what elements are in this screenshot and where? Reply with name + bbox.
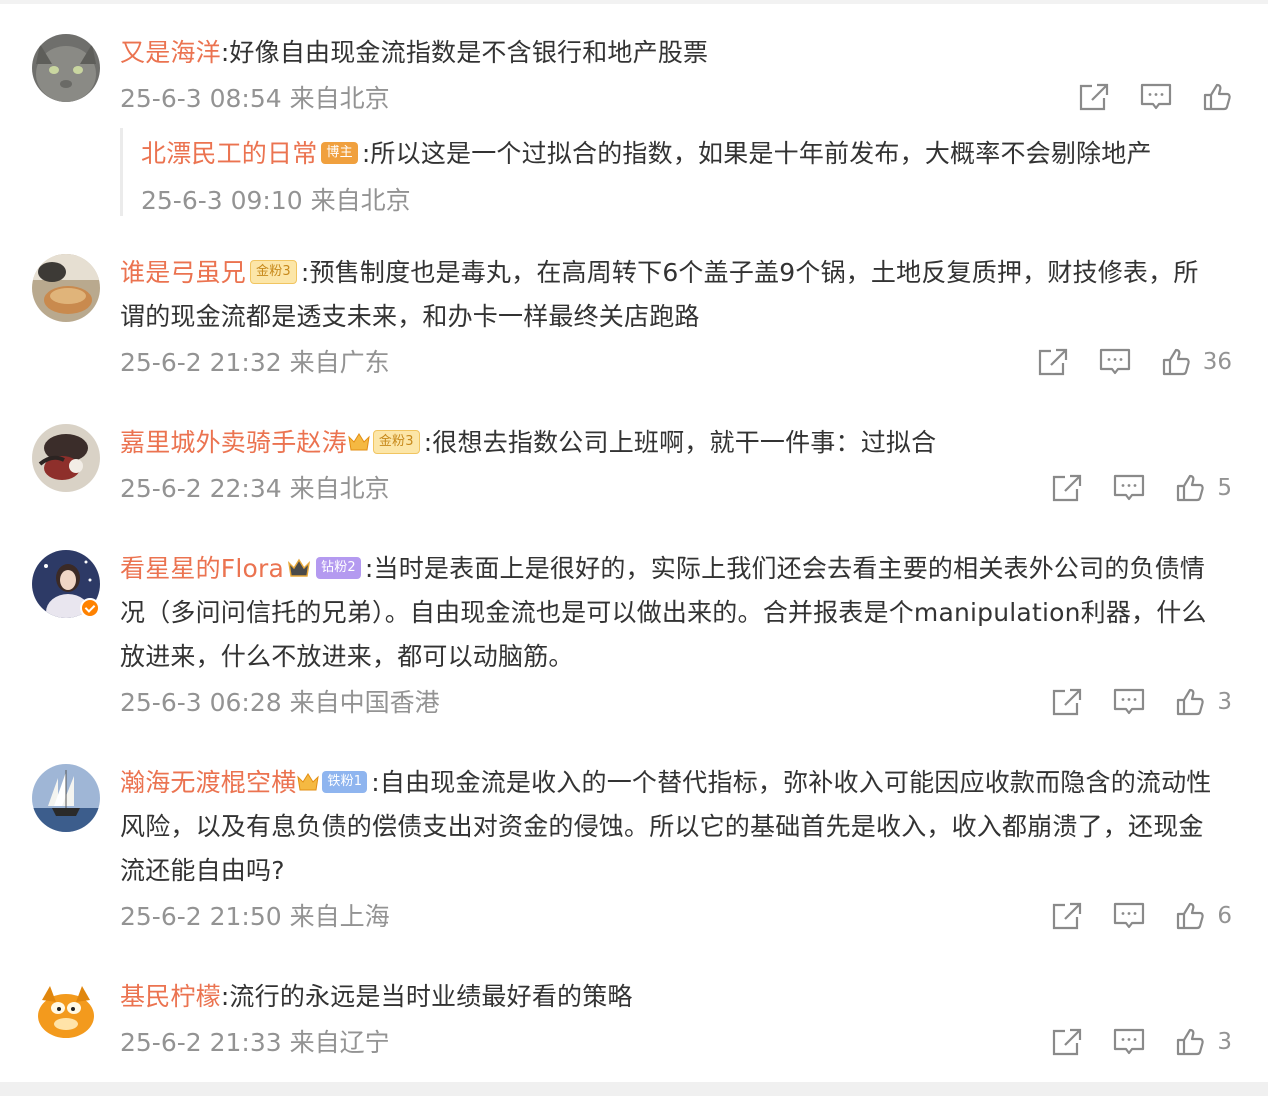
like-button[interactable]	[1202, 82, 1232, 112]
comment-text: 基民柠檬:流行的永远是当时业绩最好看的策略	[120, 975, 1220, 1019]
avatar-art[interactable]	[32, 424, 100, 492]
comment-icon	[1114, 1028, 1145, 1055]
reply-meta: 25-6-3 09:10 来自北京	[141, 186, 411, 215]
like-icon	[1177, 474, 1205, 502]
crown-icon	[297, 773, 320, 791]
crown-icon	[288, 558, 311, 577]
fan-badge: 金粉3	[372, 430, 420, 454]
avatar-ship[interactable]	[32, 764, 100, 832]
reply-block: 北漂民工的日常 博主:所以这是一个过拟合的指数，如果是十年前发布，大概率不会剔除地…	[120, 128, 1233, 216]
comment-meta: 25-6-2 21:33 来自辽宁	[120, 1028, 390, 1057]
share-icon	[1038, 348, 1067, 376]
verified-icon	[80, 598, 100, 618]
comment-actions: 5	[1021, 471, 1232, 505]
like-button[interactable]: 36	[1161, 347, 1232, 377]
comment-button[interactable]	[1113, 687, 1145, 717]
share-button[interactable]	[1078, 82, 1110, 112]
comment-meta: 25-6-3 08:54 来自北京	[120, 84, 390, 113]
comment-icon	[1099, 348, 1130, 375]
comment-icon	[1114, 688, 1145, 715]
share-button[interactable]	[1051, 473, 1083, 503]
share-button[interactable]	[1051, 901, 1083, 931]
username-link[interactable]: 嘉里城外卖骑手赵涛	[120, 428, 347, 457]
like-icon	[1203, 83, 1231, 111]
like-button[interactable]: 3	[1175, 687, 1232, 717]
comment-actions: 3	[1021, 685, 1232, 719]
author-badge: 博主	[321, 142, 358, 164]
username-link[interactable]: 基民柠檬	[120, 982, 221, 1011]
avatar-food[interactable]	[32, 254, 100, 322]
like-count: 3	[1217, 1029, 1232, 1055]
crown-icon	[348, 433, 370, 451]
fan-badge: 金粉3	[250, 260, 297, 284]
comment-actions: 3	[1021, 1025, 1232, 1059]
avatar-garfield[interactable]	[32, 978, 100, 1046]
comment-button[interactable]	[1113, 1027, 1145, 1057]
comment-button[interactable]	[1113, 901, 1145, 931]
comment-text: 谁是弓虽兄 金粉3:预售制度也是毒丸，在高周转下6个盖子盖9个锅，土地反复质押，财…	[120, 251, 1220, 339]
comment-meta: 25-6-2 22:34 来自北京	[120, 474, 390, 503]
username-link[interactable]: 瀚海无渡棍空横	[120, 768, 296, 797]
comment-meta: 25-6-2 21:50 来自上海	[120, 902, 390, 931]
reply-content: :所以这是一个过拟合的指数，如果是十年前发布，大概率不会剔除地产	[361, 139, 1152, 168]
like-icon	[1162, 348, 1190, 376]
avatar-cat[interactable]	[32, 34, 100, 102]
share-icon	[1053, 1028, 1082, 1056]
comment-button[interactable]	[1099, 347, 1131, 377]
comment-content: :好像自由现金流指数是不含银行和地产股票	[220, 38, 709, 67]
comment-text: 嘉里城外卖骑手赵涛 金粉3:很想去指数公司上班啊，就干一件事：过拟合	[120, 421, 1220, 465]
username-link[interactable]: 又是海洋	[120, 38, 221, 67]
comment-actions: 6	[1021, 899, 1232, 933]
comment-meta: 25-6-3 06:28 来自中国香港	[120, 688, 440, 717]
share-button[interactable]	[1037, 347, 1069, 377]
like-icon	[1177, 902, 1205, 930]
like-button[interactable]: 3	[1175, 1027, 1232, 1057]
like-count: 6	[1217, 903, 1232, 929]
bottom-divider	[0, 1082, 1268, 1096]
comment-text: 看星星的Flora 钻粉2:当时是表面上是很好的，实际上我们还会去看主要的相关表外…	[120, 547, 1220, 679]
comment-icon	[1114, 474, 1145, 501]
comment-button[interactable]	[1140, 82, 1172, 112]
reply-username-link[interactable]: 北漂民工的日常	[141, 139, 317, 168]
comment-text: 瀚海无渡棍空横 铁粉1:自由现金流是收入的一个替代指标，弥补收入可能因应收款而隐含…	[120, 761, 1220, 893]
like-count: 36	[1202, 349, 1232, 375]
share-button[interactable]	[1051, 687, 1083, 717]
share-icon	[1053, 474, 1082, 502]
fan-badge: 钻粉2	[316, 557, 361, 579]
share-icon	[1053, 688, 1082, 716]
like-icon	[1177, 1028, 1205, 1056]
comment-content: :流行的永远是当时业绩最好看的策略	[220, 982, 633, 1011]
reply-text: 北漂民工的日常 博主:所以这是一个过拟合的指数，如果是十年前发布，大概率不会剔除地…	[141, 132, 1241, 176]
share-icon	[1053, 902, 1082, 930]
username-link[interactable]: 谁是弓虽兄	[120, 258, 246, 287]
like-icon	[1177, 688, 1205, 716]
comment-text: 又是海洋:好像自由现金流指数是不含银行和地产股票	[120, 31, 1220, 75]
comment-icon	[1114, 902, 1145, 929]
like-count: 5	[1217, 475, 1232, 501]
fan-badge: 铁粉1	[322, 771, 368, 793]
top-divider	[0, 0, 1268, 4]
share-button[interactable]	[1051, 1027, 1083, 1057]
comment-button[interactable]	[1113, 473, 1145, 503]
username-link[interactable]: 看星星的Flora	[120, 554, 284, 583]
comment-actions: 36	[1007, 345, 1232, 379]
like-count: 3	[1217, 689, 1232, 715]
comment-icon	[1140, 83, 1172, 110]
comment-content: :很想去指数公司上班啊，就干一件事：过拟合	[423, 428, 937, 457]
like-button[interactable]: 5	[1175, 473, 1232, 503]
like-button[interactable]: 6	[1175, 901, 1232, 931]
comment-meta: 25-6-2 21:32 来自广东	[120, 348, 390, 377]
share-icon	[1079, 83, 1109, 111]
comment-actions	[1048, 80, 1232, 114]
